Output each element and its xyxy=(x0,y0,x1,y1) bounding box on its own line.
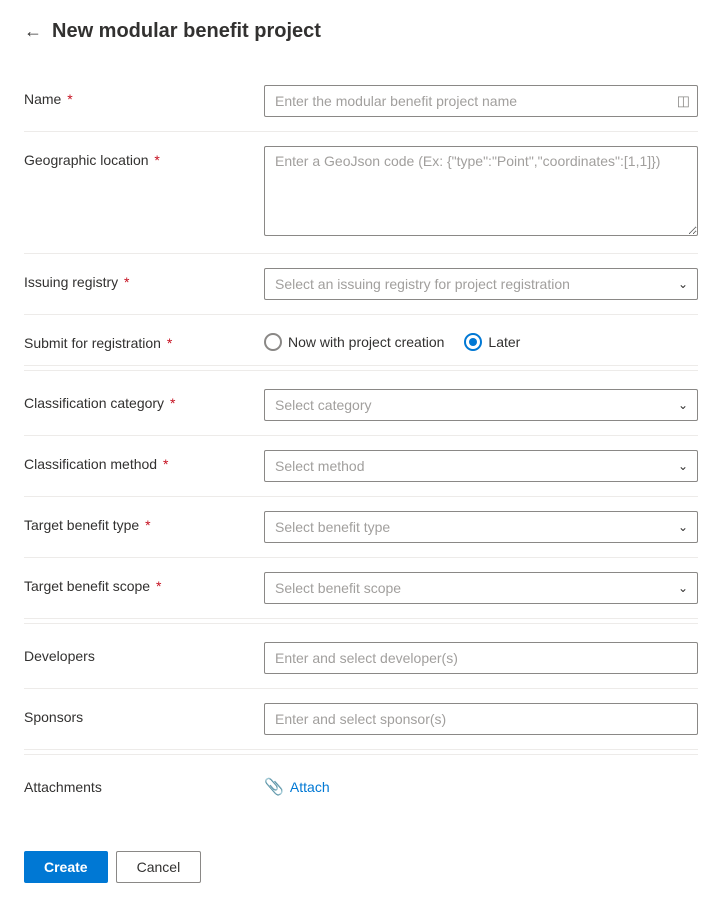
classification-category-row: Classification category * Select categor… xyxy=(24,375,698,436)
page-title: New modular benefit project xyxy=(52,20,321,43)
sponsors-control xyxy=(264,703,698,735)
attachments-row: Attachments 📎 Attach xyxy=(24,759,698,811)
target-benefit-type-label: Target benefit type * xyxy=(24,511,264,533)
target-benefit-scope-row: Target benefit scope * Select benefit sc… xyxy=(24,558,698,619)
developers-row: Developers xyxy=(24,628,698,689)
submit-registration-label: Submit for registration * xyxy=(24,329,264,351)
create-button[interactable]: Create xyxy=(24,851,108,883)
radio-now[interactable]: Now with project creation xyxy=(264,333,444,351)
header: ← New modular benefit project xyxy=(24,20,698,43)
type-required: * xyxy=(141,517,150,533)
target-benefit-type-select-wrapper: Select benefit type ⌄ xyxy=(264,511,698,543)
geographic-location-input[interactable] xyxy=(264,146,698,236)
developers-input[interactable] xyxy=(264,642,698,674)
name-label: Name * xyxy=(24,85,264,107)
paperclip-icon: 📎 xyxy=(264,777,284,797)
submit-required: * xyxy=(163,335,172,351)
classification-method-control: Select method ⌄ xyxy=(264,450,698,482)
attach-label: Attach xyxy=(290,779,330,795)
geographic-location-label: Geographic location * xyxy=(24,146,264,168)
classification-category-select[interactable]: Select category xyxy=(264,389,698,421)
target-benefit-type-control: Select benefit type ⌄ xyxy=(264,511,698,543)
classification-method-row: Classification method * Select method ⌄ xyxy=(24,436,698,497)
issuing-registry-row: Issuing registry * Select an issuing reg… xyxy=(24,254,698,315)
name-input-wrapper: ◫ xyxy=(264,85,698,117)
issuing-registry-label: Issuing registry * xyxy=(24,268,264,290)
form-section: Name * ◫ Geographic location * Issuing r… xyxy=(24,71,698,811)
classification-category-select-wrapper: Select category ⌄ xyxy=(264,389,698,421)
cancel-button[interactable]: Cancel xyxy=(116,851,202,883)
sponsors-input[interactable] xyxy=(264,703,698,735)
geographic-location-control xyxy=(264,146,698,239)
page-container: ← New modular benefit project Name * ◫ G… xyxy=(0,0,722,913)
submit-registration-control: Now with project creation Later xyxy=(264,329,698,351)
cat-required: * xyxy=(166,395,175,411)
attach-button[interactable]: 📎 Attach xyxy=(264,773,698,797)
radio-now-circle xyxy=(264,333,282,351)
issuing-registry-select[interactable]: Select an issuing registry for project r… xyxy=(264,268,698,300)
target-benefit-scope-label: Target benefit scope * xyxy=(24,572,264,594)
name-icon: ◫ xyxy=(677,93,690,110)
radio-now-label: Now with project creation xyxy=(288,334,444,350)
radio-later[interactable]: Later xyxy=(464,333,520,351)
name-control: ◫ xyxy=(264,85,698,117)
sponsors-label: Sponsors xyxy=(24,703,264,725)
classification-method-select[interactable]: Select method xyxy=(264,450,698,482)
back-button[interactable]: ← xyxy=(24,21,42,42)
issuing-registry-select-wrapper: Select an issuing registry for project r… xyxy=(264,268,698,300)
target-benefit-scope-select[interactable]: Select benefit scope xyxy=(264,572,698,604)
target-benefit-type-select[interactable]: Select benefit type xyxy=(264,511,698,543)
radio-later-circle xyxy=(464,333,482,351)
sponsors-row: Sponsors xyxy=(24,689,698,750)
geographic-location-row: Geographic location * xyxy=(24,132,698,254)
radio-group: Now with project creation Later xyxy=(264,329,698,351)
developers-control xyxy=(264,642,698,674)
footer-buttons: Create Cancel xyxy=(24,835,698,883)
geo-required: * xyxy=(151,152,160,168)
name-row: Name * ◫ xyxy=(24,71,698,132)
name-required: * xyxy=(63,91,72,107)
submit-registration-row: Submit for registration * Now with proje… xyxy=(24,315,698,366)
attachments-label: Attachments xyxy=(24,773,264,795)
issuing-registry-control: Select an issuing registry for project r… xyxy=(264,268,698,300)
radio-later-label: Later xyxy=(488,334,520,350)
classification-category-label: Classification category * xyxy=(24,389,264,411)
target-benefit-scope-control: Select benefit scope ⌄ xyxy=(264,572,698,604)
method-required: * xyxy=(159,456,168,472)
classification-method-label: Classification method * xyxy=(24,450,264,472)
section-divider-2 xyxy=(24,623,698,624)
section-divider-1 xyxy=(24,370,698,371)
developers-label: Developers xyxy=(24,642,264,664)
scope-required: * xyxy=(152,578,161,594)
name-input[interactable] xyxy=(264,85,698,117)
classification-method-select-wrapper: Select method ⌄ xyxy=(264,450,698,482)
target-benefit-scope-select-wrapper: Select benefit scope ⌄ xyxy=(264,572,698,604)
target-benefit-type-row: Target benefit type * Select benefit typ… xyxy=(24,497,698,558)
issuing-required: * xyxy=(120,274,129,290)
classification-category-control: Select category ⌄ xyxy=(264,389,698,421)
section-divider-3 xyxy=(24,754,698,755)
attachments-control: 📎 Attach xyxy=(264,773,698,797)
